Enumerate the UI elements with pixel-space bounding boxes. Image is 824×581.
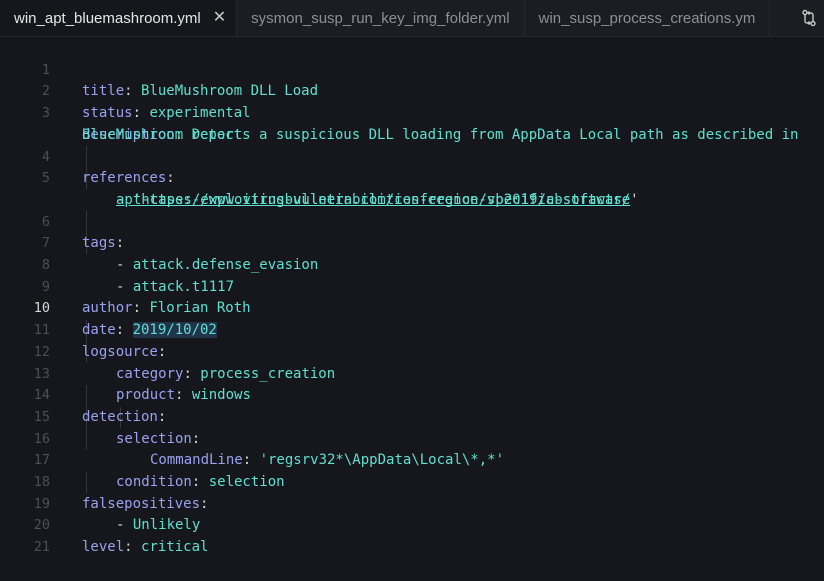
- code-line-wrap: apt-cases-exploiting-vulnerabilities-reg…: [116, 191, 639, 208]
- code-editor[interactable]: 1 title: BlueMushroom DLL Load 2 status:…: [0, 38, 824, 555]
- code-line: 3 description: Detects a suspicious DLL …: [0, 81, 824, 143]
- tab-win-apt-bluemashroom[interactable]: win_apt_bluemashroom.yml ✕: [0, 0, 238, 36]
- code-line: 20 level: critical: [0, 494, 824, 555]
- code-line: 11 logsource:: [0, 298, 824, 360]
- code-line: 18 falsepositives:: [0, 450, 824, 512]
- code-line: 12 category: process_creation: [0, 320, 824, 382]
- code-line: 19 - Unlikely: [0, 472, 824, 534]
- code-line: 9 author: Florian Roth: [0, 255, 824, 317]
- compare-changes-icon[interactable]: [794, 0, 824, 36]
- code-line: 21: [0, 515, 824, 555]
- code-line: 4 references:: [0, 125, 824, 187]
- code-line: 7 - attack.defense_evasion: [0, 212, 824, 273]
- code-line: 15 selection:: [0, 385, 824, 447]
- code-line: 14 detection:: [0, 364, 824, 425]
- yaml-key: level: [82, 539, 125, 556]
- code-line: 5 - 'https://www.virusbulletin.com/confe…: [0, 147, 824, 208]
- code-line: 6 tags:: [0, 190, 824, 252]
- code-line-wrap: BlueMushroom report: [0, 103, 824, 143]
- tab-bar: win_apt_bluemashroom.yml ✕ sysmon_susp_r…: [0, 0, 824, 37]
- code-line: 1 title: BlueMushroom DLL Load: [0, 38, 824, 100]
- code-line: 13 product: windows: [0, 342, 824, 404]
- tab-label: sysmon_susp_run_key_img_folder.yml: [251, 9, 510, 27]
- code-line: 17 condition: selection: [0, 429, 824, 490]
- code-line: 16 CommandLine: 'regsrv32*\AppData\Local…: [0, 407, 824, 469]
- tab-win-susp-process-creations[interactable]: win_susp_process_creations.ym: [525, 0, 771, 36]
- tab-sysmon-susp-run-key[interactable]: sysmon_susp_run_key_img_folder.yml: [237, 0, 525, 36]
- line-number: 21: [33, 539, 50, 556]
- code-line-current: 10 date: 2019/10/02: [0, 277, 824, 339]
- tab-label: win_apt_bluemashroom.yml: [14, 9, 201, 27]
- close-icon[interactable]: ✕: [213, 10, 226, 26]
- code-line: 2 status: experimental: [0, 60, 824, 121]
- tab-label: win_susp_process_creations.ym: [538, 9, 756, 27]
- yaml-value: critical: [141, 539, 209, 556]
- code-line: 8 - attack.t1117: [0, 233, 824, 295]
